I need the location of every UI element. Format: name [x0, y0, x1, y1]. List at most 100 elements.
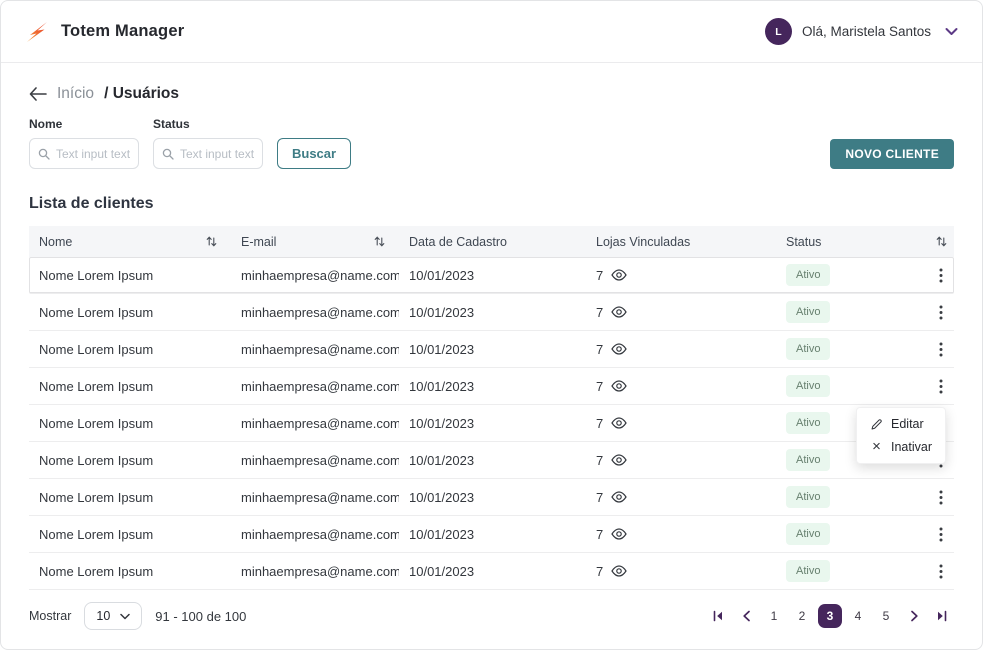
table-row[interactable]: Nome Lorem Ipsum minhaempresa@name.com 1… — [29, 516, 954, 553]
table-body: Nome Lorem Ipsum minhaempresa@name.com 1… — [29, 257, 954, 590]
stores-count: 7 — [596, 527, 603, 542]
name-filter-input[interactable] — [56, 147, 130, 161]
sort-icon[interactable] — [206, 235, 217, 248]
client-stores: 7 — [586, 527, 776, 542]
name-filter-inputbox — [29, 138, 139, 169]
client-stores: 7 — [586, 564, 776, 579]
chevron-down-icon — [120, 613, 130, 620]
status-badge: Ativo — [786, 560, 830, 582]
column-header-email: E-mail — [231, 235, 399, 249]
client-stores: 7 — [586, 416, 776, 431]
table-row[interactable]: Nome Lorem Ipsum minhaempresa@name.com 1… — [29, 331, 954, 368]
client-date: 10/01/2023 — [399, 305, 586, 320]
page-button-2[interactable]: 2 — [790, 604, 814, 628]
page-buttons: 12345 — [762, 604, 898, 628]
page-button-5[interactable]: 5 — [874, 604, 898, 628]
column-header-status: Status — [776, 235, 926, 249]
kebab-menu-icon[interactable] — [937, 525, 945, 544]
table-row[interactable]: Nome Lorem Ipsum minhaempresa@name.com 1… — [29, 294, 954, 331]
client-name: Nome Lorem Ipsum — [29, 564, 231, 579]
close-icon: × — [870, 442, 883, 452]
row-actions — [926, 488, 956, 507]
column-header-lojas-vinculadas: Lojas Vinculadas — [586, 235, 776, 249]
client-name: Nome Lorem Ipsum — [29, 490, 231, 505]
sort-icon[interactable] — [936, 235, 947, 248]
sort-icon[interactable] — [374, 235, 385, 248]
chevron-down-icon[interactable] — [945, 27, 958, 36]
page-size-select[interactable]: 10 — [84, 602, 142, 630]
eye-icon[interactable] — [611, 528, 627, 540]
avatar[interactable]: L — [765, 18, 792, 45]
client-stores: 7 — [586, 305, 776, 320]
client-email: minhaempresa@name.com — [231, 379, 399, 394]
back-arrow-icon[interactable] — [29, 87, 47, 101]
table-row[interactable]: Nome Lorem Ipsum minhaempresa@name.com 1… — [29, 479, 954, 516]
status-filter-label: Status — [153, 117, 263, 131]
eye-icon[interactable] — [611, 417, 627, 429]
client-date: 10/01/2023 — [399, 490, 586, 505]
eye-icon[interactable] — [611, 565, 627, 577]
kebab-menu-icon[interactable] — [937, 488, 945, 507]
client-stores: 7 — [586, 379, 776, 394]
page-button-1[interactable]: 1 — [762, 604, 786, 628]
row-actions — [926, 266, 956, 285]
client-stores: 7 — [586, 268, 776, 283]
eye-icon[interactable] — [611, 269, 627, 281]
column-header-actions — [926, 235, 956, 248]
kebab-menu-icon[interactable] — [937, 340, 945, 359]
breadcrumb-current: / Usuários — [104, 85, 179, 103]
eye-icon[interactable] — [611, 343, 627, 355]
client-status: Ativo — [776, 338, 926, 360]
row-actions — [926, 340, 956, 359]
client-stores: 7 — [586, 453, 776, 468]
status-badge: Ativo — [786, 412, 830, 434]
kebab-menu-icon[interactable] — [937, 377, 945, 396]
kebab-menu-icon[interactable] — [937, 562, 945, 581]
client-name: Nome Lorem Ipsum — [29, 268, 231, 283]
page-button-3[interactable]: 3 — [818, 604, 842, 628]
kebab-menu-icon[interactable] — [937, 303, 945, 322]
client-email: minhaempresa@name.com — [231, 564, 399, 579]
client-name: Nome Lorem Ipsum — [29, 453, 231, 468]
status-badge: Ativo — [786, 338, 830, 360]
table-row[interactable]: Nome Lorem Ipsum minhaempresa@name.com 1… — [29, 368, 954, 405]
client-name: Nome Lorem Ipsum — [29, 527, 231, 542]
edit-menu-item[interactable]: Editar — [870, 417, 932, 431]
client-name: Nome Lorem Ipsum — [29, 305, 231, 320]
name-filter-label: Nome — [29, 117, 139, 131]
status-filter-input[interactable] — [180, 147, 254, 161]
stores-count: 7 — [596, 379, 603, 394]
previous-page-button[interactable] — [734, 604, 758, 628]
breadcrumb: Início / Usuários — [29, 85, 954, 103]
client-name: Nome Lorem Ipsum — [29, 342, 231, 357]
pagination-left: Mostrar 10 91 - 100 de 100 — [29, 602, 246, 630]
client-status: Ativo — [776, 301, 926, 323]
table-row[interactable]: Nome Lorem Ipsum minhaempresa@name.com 1… — [29, 553, 954, 590]
eye-icon[interactable] — [611, 380, 627, 392]
page-button-4[interactable]: 4 — [846, 604, 870, 628]
client-date: 10/01/2023 — [399, 379, 586, 394]
inactivate-menu-item[interactable]: × Inativar — [870, 440, 932, 454]
new-client-button[interactable]: NOVO CLIENTE — [830, 139, 954, 169]
user-menu[interactable]: L Olá, Maristela Santos — [765, 18, 958, 45]
client-email: minhaempresa@name.com — [231, 490, 399, 505]
breadcrumb-parent[interactable]: Início — [57, 85, 94, 103]
kebab-menu-icon[interactable] — [937, 266, 945, 285]
client-date: 10/01/2023 — [399, 268, 586, 283]
row-actions — [926, 303, 956, 322]
eye-icon[interactable] — [611, 306, 627, 318]
table-row[interactable]: Nome Lorem Ipsum minhaempresa@name.com 1… — [29, 442, 954, 479]
filter-bar: Nome Status — [29, 117, 954, 169]
table-row[interactable]: Nome Lorem Ipsum minhaempresa@name.com 1… — [29, 405, 954, 442]
eye-icon[interactable] — [611, 491, 627, 503]
avatar-initial: L — [775, 26, 781, 38]
next-page-button[interactable] — [902, 604, 926, 628]
search-button[interactable]: Buscar — [277, 138, 351, 169]
client-stores: 7 — [586, 342, 776, 357]
list-title: Lista de clientes — [29, 195, 954, 213]
eye-icon[interactable] — [611, 454, 627, 466]
last-page-button[interactable] — [930, 604, 954, 628]
first-page-button[interactable] — [706, 604, 730, 628]
table-row[interactable]: Nome Lorem Ipsum minhaempresa@name.com 1… — [29, 257, 954, 294]
app-title: Totem Manager — [61, 22, 184, 41]
